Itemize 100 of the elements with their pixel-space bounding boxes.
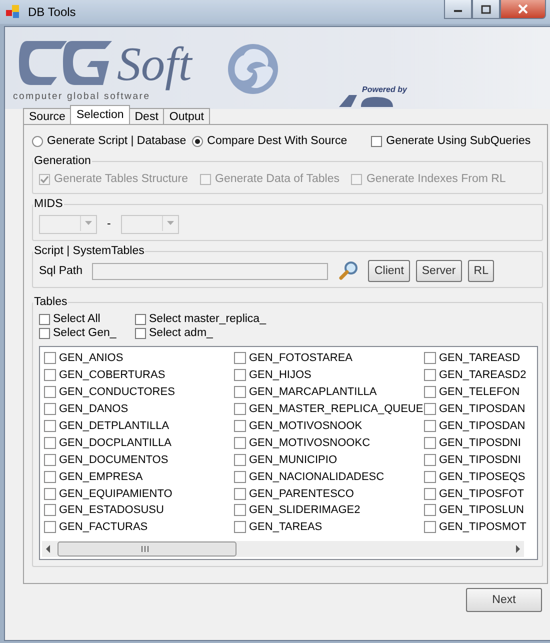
group-title: Script | SystemTables xyxy=(33,245,146,257)
checkbox[interactable] xyxy=(234,504,246,516)
checkbox[interactable] xyxy=(44,521,56,534)
table-name: GEN_MARCAPLANTILLA xyxy=(249,386,377,398)
checkbox[interactable] xyxy=(424,386,436,398)
checkbox[interactable] xyxy=(44,420,56,432)
checkbox[interactable] xyxy=(424,403,436,416)
checkbox[interactable] xyxy=(44,470,56,483)
horizontal-scrollbar[interactable] xyxy=(42,541,524,557)
table-name: GEN_DETPLANTILLA xyxy=(59,420,170,432)
group-title: MIDS xyxy=(33,198,64,210)
checkbox[interactable] xyxy=(424,521,436,534)
checkbox[interactable] xyxy=(234,420,246,432)
checkbox[interactable] xyxy=(44,386,56,398)
checkbox[interactable] xyxy=(234,488,246,500)
checkbox[interactable] xyxy=(371,136,382,146)
checkbox[interactable] xyxy=(234,369,246,382)
checkbox[interactable] xyxy=(44,403,56,416)
table-name: GEN_TIPOSEQS xyxy=(439,470,526,483)
swirl-logo-icon xyxy=(227,43,279,95)
checkbox[interactable] xyxy=(234,386,246,398)
field-label: Sql Path xyxy=(39,265,82,277)
table-name: GEN_MOTIVOSNOOK xyxy=(249,420,362,432)
radio-label: Compare Dest With Source xyxy=(207,135,348,147)
checkbox-label: Select All xyxy=(53,313,100,325)
table-name: GEN_DOCUMENTOS xyxy=(59,454,168,466)
checkbox[interactable] xyxy=(44,436,56,449)
checkbox[interactable] xyxy=(135,314,146,324)
tab[interactable]: Source xyxy=(23,108,72,124)
checkbox[interactable] xyxy=(44,369,56,382)
app-icon xyxy=(6,5,20,19)
checkbox[interactable] xyxy=(234,521,246,534)
checkbox-label: Generate Using SubQueries xyxy=(386,135,531,147)
table-name: GEN_TIPOSLUN xyxy=(439,504,524,516)
powered-by-text: Powered by xyxy=(362,85,407,94)
checkbox[interactable] xyxy=(234,470,246,483)
table-name: GEN_TIPOSDAN xyxy=(439,420,526,432)
close-button[interactable] xyxy=(500,0,546,19)
checkbox[interactable] xyxy=(424,352,436,364)
checkbox[interactable] xyxy=(135,328,146,338)
checkbox-label: Select adm_ xyxy=(149,327,213,339)
checkbox[interactable] xyxy=(234,352,246,364)
checkbox[interactable] xyxy=(234,403,246,416)
checkbox-label: Generate Indexes From RL xyxy=(366,173,506,185)
table-name: GEN_DANOS xyxy=(59,403,128,416)
maximize-icon xyxy=(481,4,491,14)
checkbox[interactable] xyxy=(39,314,50,324)
group-title: Generation xyxy=(33,155,92,167)
tool-button[interactable]: Client xyxy=(368,260,410,282)
tool-button[interactable]: RL xyxy=(468,260,494,282)
close-icon xyxy=(518,4,528,14)
checkbox[interactable] xyxy=(44,488,56,500)
table-name: GEN_ESTADOSUSU xyxy=(59,504,164,516)
table-name: GEN_TIPOSDAN xyxy=(439,403,526,416)
minimize-button[interactable] xyxy=(444,0,472,19)
separator-text: - xyxy=(107,218,111,230)
table-name: GEN_TAREAS xyxy=(249,521,322,534)
checkbox[interactable] xyxy=(39,328,50,338)
next-button[interactable]: Next xyxy=(466,588,542,612)
caret-icon xyxy=(166,221,174,225)
radio-button[interactable] xyxy=(192,136,204,146)
checkbox[interactable] xyxy=(424,504,436,516)
checkbox[interactable] xyxy=(234,454,246,466)
tab[interactable]: Selection xyxy=(70,105,130,124)
table-name: GEN_COBERTURAS xyxy=(59,369,166,382)
table-name: GEN_TAREASD2 xyxy=(439,369,526,382)
checkbox[interactable] xyxy=(424,470,436,483)
checkbox[interactable] xyxy=(44,504,56,516)
checkbox[interactable] xyxy=(424,420,436,432)
table-name: GEN_PARENTESCO xyxy=(249,488,354,500)
radio-label: Generate Script | Database xyxy=(47,135,186,147)
checkbox[interactable] xyxy=(44,454,56,466)
table-name: GEN_NACIONALIDADESC xyxy=(249,470,384,483)
radio-button[interactable] xyxy=(32,136,43,146)
table-name: GEN_EMPRESA xyxy=(59,470,143,483)
search-icon[interactable] xyxy=(338,261,360,281)
maximize-button[interactable] xyxy=(472,0,500,19)
window-title: DB Tools xyxy=(28,5,76,19)
checkbox[interactable] xyxy=(424,436,436,449)
checkbox[interactable] xyxy=(234,436,246,449)
tab[interactable]: Output xyxy=(163,108,210,124)
checkbox[interactable] xyxy=(424,369,436,382)
checkbox-label: Select master_replica_ xyxy=(149,313,266,325)
checkbox[interactable] xyxy=(424,454,436,466)
logo-text: Soft xyxy=(117,41,192,89)
table-name: GEN_MUNICIPIO xyxy=(249,454,338,466)
checkbox[interactable] xyxy=(424,488,436,500)
table-name: GEN_TIPOSDNI xyxy=(439,454,521,466)
table-name: GEN_TELEFON xyxy=(439,386,520,398)
tool-button[interactable]: Server xyxy=(416,260,462,282)
table-name: GEN_CONDUCTORES xyxy=(59,386,175,398)
checkbox-label: Generate Tables Structure xyxy=(54,173,188,185)
table-name: GEN_MOTIVOSNOOKC xyxy=(249,436,370,449)
sql-path-field[interactable] xyxy=(92,262,328,280)
table-name: GEN_MASTER_REPLICA_QUEUE xyxy=(249,403,424,416)
table-name: GEN_TIPOSDNI xyxy=(439,436,521,449)
table-name: GEN_TAREASD xyxy=(439,352,520,364)
table-name: GEN_FOTOSTAREA xyxy=(249,352,353,364)
checkbox[interactable] xyxy=(44,352,56,364)
table-name: GEN_EQUIPAMIENTO xyxy=(59,488,172,500)
